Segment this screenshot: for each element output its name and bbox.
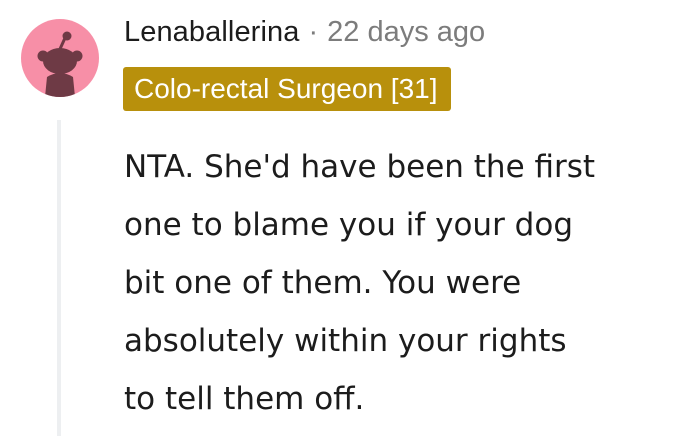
comment-body-line: bit one of them. You were — [124, 265, 522, 301]
comment-body-line: absolutely within your rights — [124, 323, 567, 359]
snoo-avatar-icon — [37, 31, 83, 97]
user-avatar[interactable] — [21, 19, 99, 97]
username-link[interactable]: Lenaballerina — [124, 16, 299, 49]
timestamp[interactable]: 22 days ago — [327, 16, 485, 49]
thread-line[interactable] — [57, 120, 61, 436]
comment-body: NTA. She'd have been the first one to bl… — [124, 138, 684, 428]
comment-body-line: NTA. She'd have been the first — [124, 149, 596, 185]
comment: Lenaballerina · 22 days ago Colo-rectal … — [0, 0, 700, 436]
comment-body-line: to tell them off. — [124, 381, 365, 417]
comment-meta: Lenaballerina · 22 days ago — [124, 12, 485, 52]
comment-body-line: one to blame you if your dog — [124, 207, 574, 243]
meta-separator: · — [308, 15, 319, 48]
user-flair-badge: Colo-rectal Surgeon [31] — [123, 67, 451, 111]
